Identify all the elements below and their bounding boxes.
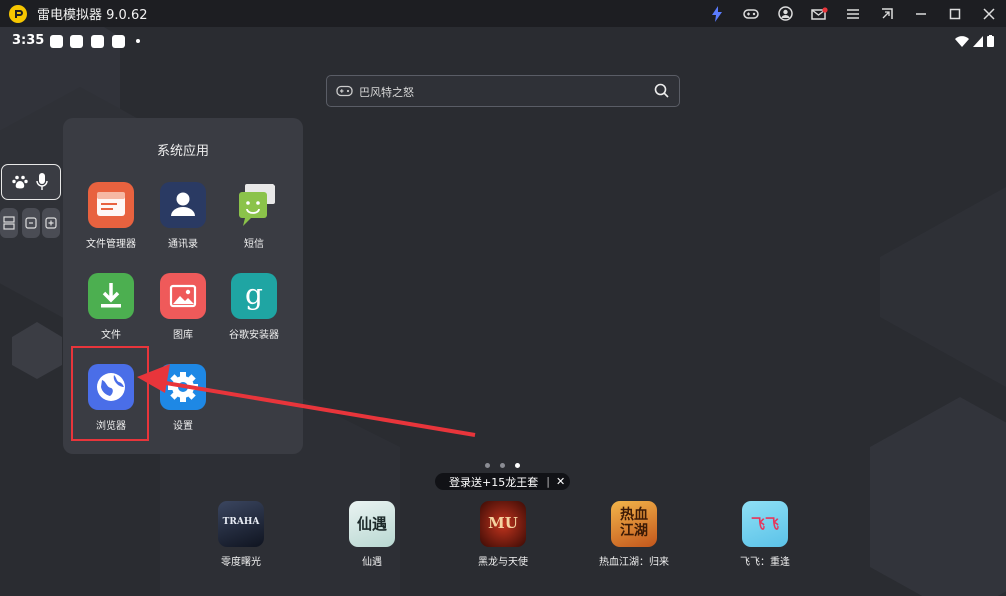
app-label: 谷歌安装器 (229, 330, 279, 341)
app-label: 飞飞：重逢 (740, 557, 790, 568)
android-status-bar: 3:35 (0, 27, 1006, 55)
traha-game-icon: TRAHA (218, 501, 264, 547)
page-dot[interactable] (485, 463, 490, 468)
notification-icon (50, 35, 63, 48)
window-title: 雷电模拟器 9.0.62 (37, 8, 148, 23)
svg-text:g: g (245, 278, 263, 311)
mu-game-icon: MU (480, 501, 526, 547)
system-apps-folder: 系统应用 文件管理器 通讯录 短信 文件 图库 g 谷歌安装器 浏览器 设置 (63, 118, 303, 454)
notification-icon (91, 35, 104, 48)
app-files[interactable]: 文件 (75, 273, 147, 341)
app-google-installer[interactable]: g 谷歌安装器 (218, 273, 290, 341)
side-button-rotate[interactable] (22, 208, 40, 238)
rotate-icon (25, 217, 37, 229)
battery-icon (987, 35, 994, 47)
page-dot-active[interactable] (515, 463, 520, 468)
app-gallery[interactable]: 图库 (147, 273, 219, 341)
promo-close-button[interactable]: ✕ (556, 475, 565, 488)
app-label: 黑龙与天使 (478, 557, 528, 568)
app-label: 文件管理器 (86, 239, 136, 250)
app-label: 热血江湖：归来 (599, 557, 669, 568)
more-notifications-dot (136, 39, 140, 43)
baidu-paw-icon (12, 175, 28, 189)
app-label: 文件 (101, 330, 121, 341)
voice-search-widget[interactable] (1, 164, 61, 200)
mail-icon[interactable] (802, 0, 836, 27)
signal-icon (973, 35, 983, 47)
app-messages[interactable]: 短信 (218, 182, 290, 250)
notification-icon (112, 35, 125, 48)
maximize-icon[interactable] (938, 0, 972, 27)
menu-icon[interactable] (836, 0, 870, 27)
download-icon (88, 273, 134, 319)
promo-banner[interactable]: 登录送+15龙王套 | ✕ (435, 473, 570, 490)
dock-app-traha[interactable]: TRAHA 零度曙光 (191, 501, 291, 568)
divider: | (546, 475, 550, 488)
microphone-icon (36, 173, 48, 190)
promo-text: 登录送+15龙王套 (449, 475, 539, 489)
highlight-box (71, 346, 149, 441)
settings-icon (160, 364, 206, 410)
app-label: 通讯录 (168, 239, 198, 250)
app-label: 设置 (173, 421, 193, 432)
rexue-game-icon: 热血江湖 (611, 501, 657, 547)
app-settings[interactable]: 设置 (147, 364, 219, 432)
page-dot[interactable] (500, 463, 505, 468)
app-label: 图库 (173, 330, 193, 341)
dock-app-feifei[interactable]: 飞飞 飞飞：重逢 (715, 501, 815, 568)
gallery-icon (160, 273, 206, 319)
google-installer-icon: g (231, 273, 277, 319)
wifi-icon (955, 35, 969, 47)
title-bar: 雷电模拟器 9.0.62 (0, 0, 1006, 27)
search-text: 巴风特之怒 (359, 86, 414, 99)
folder-title: 系统应用 (156, 144, 209, 159)
clock: 3:35 (12, 33, 45, 48)
pip-icon[interactable] (870, 0, 904, 27)
search-icon[interactable] (654, 83, 669, 98)
add-icon (45, 217, 57, 229)
close-icon[interactable] (972, 0, 1006, 27)
dock-app-rexue[interactable]: 热血江湖 热血江湖：归来 (584, 501, 684, 568)
side-button-add[interactable] (42, 208, 60, 238)
dock-app-xianyu[interactable]: 仙遇 仙遇 (322, 501, 422, 568)
gamepad-icon[interactable] (734, 0, 768, 27)
app-label: 短信 (244, 239, 264, 250)
app-file-manager[interactable]: 文件管理器 (75, 182, 147, 250)
app-label: 零度曙光 (221, 557, 261, 568)
gamepad-icon (336, 85, 353, 97)
messages-icon (231, 182, 277, 228)
side-button-multiwindow[interactable] (0, 208, 18, 238)
app-logo-icon (9, 4, 27, 23)
account-icon[interactable] (768, 0, 802, 27)
notification-icon (70, 35, 83, 48)
feifei-game-icon: 飞飞 (742, 501, 788, 547)
contacts-icon (160, 182, 206, 228)
file-manager-icon (88, 182, 134, 228)
emulator-screen: 3:35 巴风特之怒 系统应用 文件管理器 通讯录 短信 文件 图库 g 谷歌安… (0, 27, 1006, 596)
dock-app-mu[interactable]: MU 黑龙与天使 (453, 501, 553, 568)
xianyu-game-icon: 仙遇 (349, 501, 395, 547)
windows-icon (3, 216, 15, 230)
app-contacts[interactable]: 通讯录 (147, 182, 219, 250)
minimize-icon[interactable] (904, 0, 938, 27)
search-bar[interactable]: 巴风特之怒 (326, 75, 680, 107)
app-label: 仙遇 (362, 557, 382, 568)
performance-icon[interactable] (700, 0, 734, 27)
